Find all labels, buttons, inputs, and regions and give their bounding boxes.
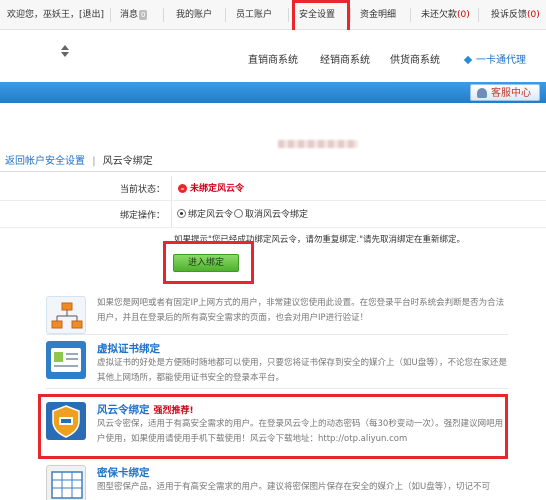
highlight-enter-button [163, 241, 254, 284]
employee-account-link[interactable]: 员工账户 [236, 0, 272, 30]
system-nav: 直销商系统 经销商系统 供货商系统 一卡通代理 [0, 30, 546, 82]
feature-title[interactable]: 密保卡绑定 [97, 465, 150, 480]
feature-desc: 图型密保产品，适用于有高安全需求的用户。建议将密保图片保存在安全的媒介上（如U盘… [97, 482, 490, 492]
minus-circle-icon: – [178, 184, 187, 193]
service-center-button[interactable]: 客服中心 [470, 84, 540, 101]
blue-banner: 客服中心 [0, 82, 546, 103]
my-account-link[interactable]: 我的账户 [176, 0, 212, 30]
feature-desc: 虚拟证书的好处是方便随时随地都可以使用，只要您将证书保存到安全的媒介上（如U盘等… [97, 358, 507, 383]
arrow-up-icon [61, 45, 69, 50]
divider [46, 334, 508, 335]
nav-distributor[interactable]: 经销商系统 [320, 51, 370, 66]
nav-supplier[interactable]: 供货商系统 [390, 51, 440, 66]
highlight-token-feature [38, 394, 508, 459]
diamond-icon [463, 55, 473, 65]
feature-title[interactable]: 虚拟证书绑定 [97, 341, 160, 356]
username: 巫妖王 [43, 10, 71, 20]
welcome-text: 欢迎您，巫妖王，[退出] [7, 10, 105, 20]
page-title: 风云令绑定 [102, 156, 153, 167]
messages-link[interactable]: 消息 0 [120, 0, 148, 30]
form-divider [171, 176, 172, 228]
arrow-down-icon [61, 52, 69, 57]
nav-card-agent[interactable]: 一卡通代理 [463, 51, 526, 66]
feature-desc: 如果您是网吧或者有固定IP上网方式的用户，非常建议您使用此设置。在您登录平台时系… [97, 298, 505, 323]
status-value: – 未绑定风云令 [178, 181, 244, 194]
radio-unchecked-icon [234, 209, 243, 218]
scroll-arrows[interactable] [60, 43, 70, 63]
breadcrumb: 返回帐户安全设置 | 风云令绑定 [5, 156, 153, 167]
radio-unbind[interactable]: 取消风云令绑定 [234, 207, 308, 220]
funds-detail-link[interactable]: 资金明细 [360, 0, 396, 30]
logout-link[interactable]: [退出] [79, 10, 104, 20]
network-icon [46, 296, 86, 334]
row-divider [0, 227, 546, 228]
certificate-icon [46, 341, 86, 379]
welcome-prefix: 欢迎您， [7, 10, 44, 20]
messages-badge: 0 [139, 9, 148, 20]
divider [0, 171, 546, 172]
row-divider [0, 200, 546, 201]
nav-direct-seller[interactable]: 直销商系统 [248, 51, 298, 66]
unpaid-link[interactable]: 未还欠款(0) [421, 0, 470, 30]
card-icon [46, 465, 86, 500]
top-bar: 欢迎您，巫妖王，[退出] 消息 0 我的账户 员工账户 安全设置 资金明细 未还欠… [0, 0, 546, 30]
complaints-link[interactable]: 投诉反馈(0) [491, 0, 540, 30]
radio-checked-icon [177, 209, 186, 218]
status-label: 当前状态： [119, 185, 165, 195]
blurred-text [278, 140, 358, 148]
operation-label: 绑定操作： [119, 211, 165, 221]
back-to-security-link[interactable]: 返回帐户安全设置 [5, 156, 85, 167]
radio-bind[interactable]: 绑定风云令 [177, 207, 233, 220]
person-icon [477, 88, 487, 98]
divider [46, 388, 508, 389]
